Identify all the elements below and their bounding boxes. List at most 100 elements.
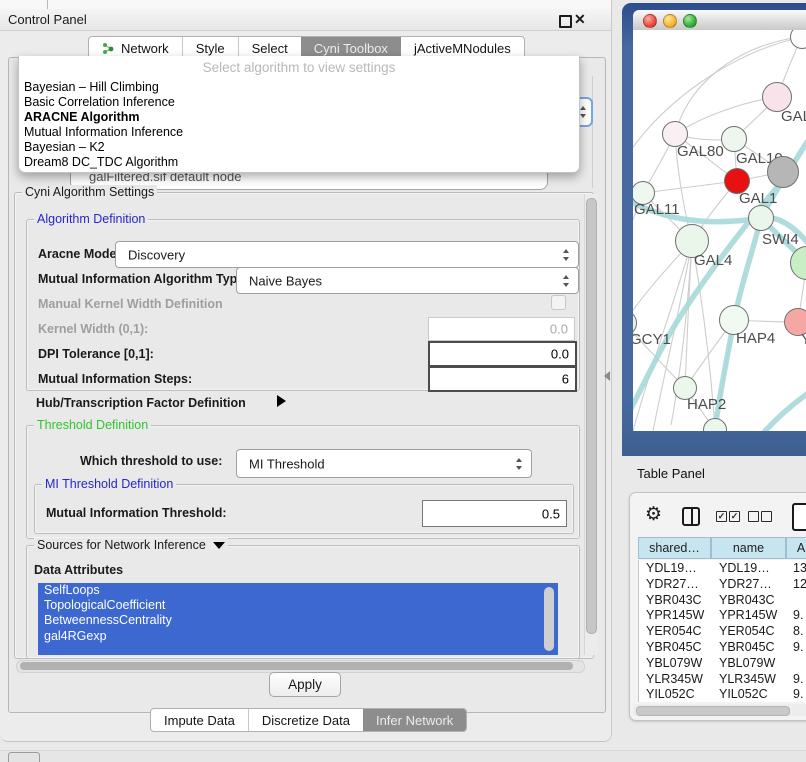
column-header-clipped[interactable]: A bbox=[786, 537, 806, 559]
node-label: HAP2 bbox=[687, 396, 726, 413]
panel-collapse-handle[interactable] bbox=[604, 371, 610, 381]
table-row[interactable]: YBR045CYBR045C9. bbox=[639, 639, 806, 655]
network-node-gal10[interactable] bbox=[721, 126, 747, 152]
float-icon[interactable] bbox=[559, 15, 572, 28]
columns-icon[interactable] bbox=[682, 507, 700, 526]
tab-discretize-data[interactable]: Discretize Data bbox=[248, 709, 363, 731]
mi-type-combo[interactable]: Naive Bayes bbox=[236, 267, 579, 294]
node-label: Y bbox=[801, 331, 806, 348]
tab-label: Network bbox=[121, 41, 169, 56]
table-cell: YBR045C bbox=[719, 640, 775, 654]
data-attributes-list[interactable]: SelfLoopsTopologicalCoefficientBetweenne… bbox=[38, 583, 558, 655]
table-hscrollbar-thumb[interactable] bbox=[636, 706, 790, 716]
zoom-traffic-light[interactable] bbox=[683, 14, 697, 28]
settings-hscrollbar-thumb[interactable] bbox=[20, 662, 573, 670]
dropdown-item[interactable]: Bayesian – Hill Climbing bbox=[19, 80, 579, 95]
which-threshold-label: Which threshold to use: bbox=[80, 454, 222, 468]
attributes-scrollbar-thumb[interactable] bbox=[544, 587, 554, 651]
network-window-titlebar[interactable] bbox=[633, 10, 806, 31]
minimize-traffic-light[interactable] bbox=[663, 14, 677, 28]
column-header-shared-name[interactable]: shared… bbox=[638, 537, 711, 559]
network-node-swi4[interactable] bbox=[748, 205, 774, 231]
table-row[interactable]: YDR27… YDR27… 12 bbox=[639, 576, 806, 592]
mi-threshold-field[interactable]: 0.5 bbox=[422, 500, 567, 527]
spinner-arrows-icon bbox=[516, 458, 523, 470]
threshold-definition-title: Threshold Definition bbox=[34, 418, 151, 432]
aracne-mode-combo[interactable]: Discovery bbox=[115, 241, 579, 268]
table-function-icon[interactable] bbox=[792, 503, 806, 531]
spinner-arrows-icon bbox=[563, 275, 570, 287]
mi-type-label: Mutual Information Algorithm Type: bbox=[38, 272, 248, 286]
attribute-list-item[interactable]: BetweennessCentrality bbox=[38, 613, 558, 628]
dropdown-item[interactable]: Dream8 DC_TDC Algorithm bbox=[19, 155, 579, 170]
settings-vscrollbar-thumb[interactable] bbox=[586, 198, 597, 634]
group-border-fragment bbox=[592, 76, 593, 188]
screen: Control Panel ✕ NetworkStyleSelectCyni T… bbox=[0, 0, 806, 762]
column-header-name[interactable]: name bbox=[711, 537, 786, 559]
status-strip bbox=[0, 750, 806, 762]
table-cell: YLR345W bbox=[646, 672, 703, 686]
tab-label: Select bbox=[252, 41, 288, 56]
mi-steps-label: Mutual Information Steps: bbox=[38, 372, 192, 386]
table-cell: YBR043C bbox=[719, 593, 775, 607]
deselect-all-checkbox-icon[interactable] bbox=[761, 511, 772, 522]
table-cell: YBR043C bbox=[646, 593, 702, 607]
apply-button[interactable]: Apply bbox=[269, 672, 341, 697]
dropdown-placeholder: Select algorithm to view settings bbox=[19, 60, 579, 75]
which-threshold-combo[interactable]: MI Threshold bbox=[236, 449, 532, 478]
table-cell: YDR27… bbox=[646, 577, 699, 591]
mi-steps-field[interactable]: 6 bbox=[428, 366, 577, 392]
table-row[interactable]: YLR345WYLR345W9. bbox=[639, 671, 806, 687]
close-icon[interactable]: ✕ bbox=[574, 11, 586, 28]
attribute-list-item[interactable]: gal4RGexp bbox=[38, 629, 558, 644]
node-label: SWI4 bbox=[762, 231, 799, 248]
gear-icon[interactable]: ⚙ bbox=[645, 505, 662, 524]
minimized-panel-button[interactable] bbox=[8, 752, 40, 762]
node-label: GAL4 bbox=[694, 252, 732, 269]
cyni-algorithm-settings-title: Cyni Algorithm Settings bbox=[22, 185, 157, 199]
select-all-checkbox-icon[interactable]: ✓ bbox=[729, 511, 740, 522]
tab-label: Cyni Toolbox bbox=[314, 41, 388, 56]
control-panel-title: Control Panel bbox=[8, 12, 87, 27]
close-traffic-light[interactable] bbox=[643, 14, 657, 28]
dpi-tolerance-label: DPI Tolerance [0,1]: bbox=[38, 347, 154, 361]
dropdown-item[interactable]: ARACNE Algorithm bbox=[19, 110, 579, 125]
network-node[interactable] bbox=[767, 156, 799, 188]
table-cell: YPR145W bbox=[646, 608, 704, 622]
table-row[interactable]: YBR043C YBR043C bbox=[639, 592, 806, 608]
sources-title[interactable]: Sources for Network Inference bbox=[34, 538, 228, 552]
select-all-checkbox-icon[interactable]: ✓ bbox=[716, 511, 727, 522]
kernel-width-label: Kernel Width (0,1): bbox=[38, 322, 148, 336]
top-strip-divider bbox=[47, 0, 48, 9]
table-cell: YDR27… bbox=[719, 577, 772, 591]
dropdown-item-list: Bayesian – Hill ClimbingBasic Correlatio… bbox=[19, 80, 579, 170]
table-cell: 9. bbox=[793, 640, 803, 654]
table-row[interactable]: YIL052CYIL052C9. bbox=[639, 686, 806, 702]
tab-infer-network[interactable]: Infer Network bbox=[363, 709, 466, 731]
dropdown-item[interactable]: Basic Correlation Inference bbox=[19, 95, 579, 110]
table-cell: YIL052C bbox=[719, 687, 768, 701]
table-cell: YER054C bbox=[646, 624, 702, 638]
network-canvas[interactable]: GALGAL80GAL10GAL1GAL11SWI4GAL4GCY1HAP4YH… bbox=[633, 30, 806, 431]
table-row[interactable]: YBL079WYBL079W bbox=[639, 655, 806, 671]
table-cell: 8. bbox=[793, 624, 803, 638]
data-attributes-label: Data Attributes bbox=[34, 563, 123, 577]
mi-threshold-label: Mutual Information Threshold: bbox=[46, 506, 227, 520]
aracne-mode-label: Aracne Mode: bbox=[38, 247, 121, 261]
table-cell: 12 bbox=[793, 577, 806, 591]
dpi-tolerance-field[interactable]: 0.0 bbox=[428, 341, 577, 367]
table-row[interactable]: YER054CYER054C8. bbox=[639, 623, 806, 639]
dropdown-item[interactable]: Mutual Information Inference bbox=[19, 125, 579, 140]
table-row[interactable]: YPR145WYPR145W9. bbox=[639, 607, 806, 623]
kernel-width-field[interactable]: 0.0 bbox=[428, 317, 575, 341]
table-cell: 9. bbox=[793, 608, 803, 622]
aracne-mode-value: Discovery bbox=[128, 247, 185, 262]
dropdown-item[interactable]: Bayesian – K2 bbox=[19, 140, 579, 155]
deselect-all-checkbox-icon[interactable] bbox=[748, 511, 759, 522]
attribute-list-item[interactable]: TopologicalCoefficient bbox=[38, 598, 558, 613]
table-row[interactable]: YDL19…YDL19…13 bbox=[639, 560, 806, 576]
attribute-list-item[interactable]: SelfLoops bbox=[38, 583, 558, 598]
tab-impute-data[interactable]: Impute Data bbox=[151, 709, 248, 731]
manual-kernel-checkbox[interactable] bbox=[551, 295, 566, 310]
expand-arrow-icon[interactable] bbox=[277, 395, 286, 407]
